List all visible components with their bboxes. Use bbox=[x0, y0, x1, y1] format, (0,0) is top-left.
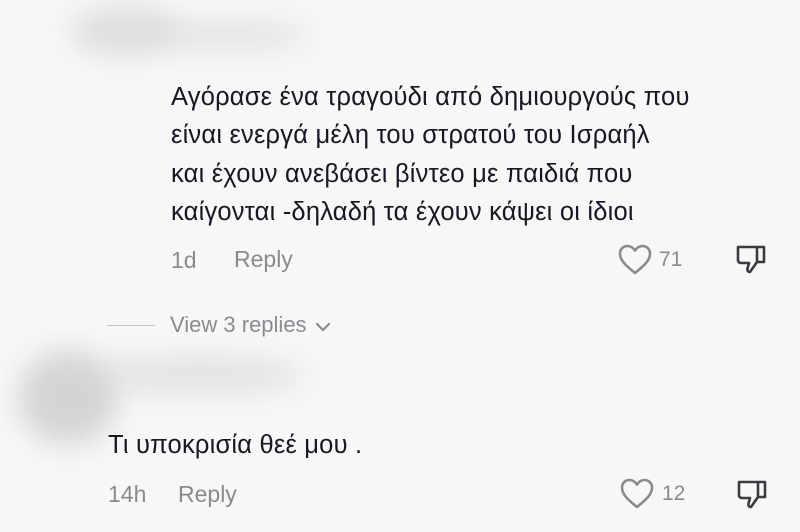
thumbs-down-outline-icon[interactable] bbox=[734, 476, 770, 512]
comment-text-line: καίγονται -δηλαδή τα έχουν κάψει οι ίδιο… bbox=[171, 198, 634, 226]
like-count: 71 bbox=[659, 248, 683, 271]
view-replies-label: View 3 replies bbox=[170, 312, 307, 337]
comment-timestamp: 1d bbox=[171, 247, 197, 273]
replies-divider bbox=[107, 325, 155, 326]
view-replies-button[interactable]: View 3 replies bbox=[170, 312, 331, 339]
thumbs-down-outline-icon[interactable] bbox=[733, 241, 769, 277]
blurred-username[interactable] bbox=[95, 355, 305, 395]
comment-text-line: Τι υποκρισία θεέ μου . bbox=[108, 431, 363, 459]
heart-outline-icon[interactable] bbox=[617, 243, 653, 277]
comment-text-line: και έχουν ανεβάσει βίντεο με παιδιά που bbox=[171, 160, 633, 188]
comment-text-line: είναι ενεργά μέλη του στρατού του Ισραήλ bbox=[171, 121, 650, 149]
blurred-username[interactable] bbox=[150, 20, 310, 50]
comment-text-line: Αγόρασε ένα τραγούδι από δημιουργούς που bbox=[171, 83, 690, 111]
reply-button[interactable]: Reply bbox=[178, 481, 237, 508]
reply-button[interactable]: Reply bbox=[234, 246, 293, 273]
chevron-down-icon bbox=[315, 313, 331, 339]
heart-outline-icon[interactable] bbox=[619, 477, 655, 511]
like-count: 12 bbox=[662, 482, 686, 505]
comment-timestamp: 14h bbox=[108, 481, 147, 507]
blurred-avatar[interactable] bbox=[18, 350, 118, 445]
